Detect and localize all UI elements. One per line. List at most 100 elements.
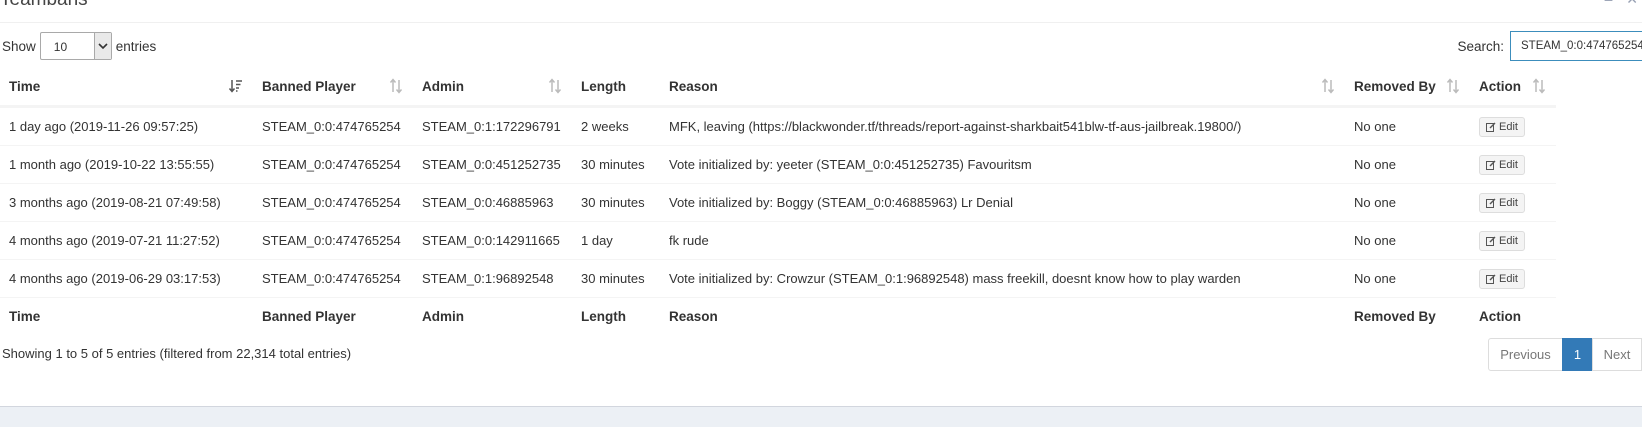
chevron-down-icon[interactable] [93,33,111,59]
previous-button[interactable]: Previous [1488,338,1563,371]
entries-label: entries [115,38,157,54]
footer-admin: Admin [413,297,572,335]
column-header-label: Length [581,79,626,94]
cell-length: 1 day [572,221,660,260]
cell-removed-by: No one [1345,183,1470,222]
edit-button[interactable]: Edit [1479,230,1525,251]
cell-action: Edit [1470,259,1556,298]
table-row: 1 month ago (2019-10-22 13:55:55) STEAM_… [0,145,1556,184]
search-filter: Search: [1457,31,1642,61]
cell-admin: STEAM_0:1:172296791 [413,106,572,146]
cell-length: 2 weeks [572,106,660,146]
cell-time: 3 months ago (2019-08-21 07:49:58) [0,183,253,222]
sort-both-icon [1532,78,1546,94]
sort-both-icon [548,78,562,94]
table-footer-row: Time Banned Player Admin Length Reason R… [0,297,1556,335]
entries-select[interactable]: 10 [39,32,112,60]
cell-action: Edit [1470,106,1556,146]
cell-banned-player: STEAM_0:0:474765254 [253,106,413,146]
footer-length: Length [572,297,660,335]
cell-banned-player: STEAM_0:0:474765254 [253,259,413,298]
edit-button[interactable]: Edit [1479,116,1525,137]
edit-button-label: Edit [1499,196,1518,209]
box-header: Teambans – ✕ [0,0,1642,23]
table-row: 1 day ago (2019-11-26 09:57:25) STEAM_0:… [0,106,1556,146]
cell-time: 1 day ago (2019-11-26 09:57:25) [0,106,253,146]
cell-removed-by: No one [1345,259,1470,298]
cell-removed-by: No one [1345,106,1470,146]
sort-both-icon [1321,78,1335,94]
table-header-row: Time Banned Player Admin Length Reason R… [0,68,1556,108]
column-header-banned-player[interactable]: Banned Player [253,68,413,108]
sort-both-icon [1446,78,1460,94]
cell-admin: STEAM_0:0:451252735 [413,145,572,184]
edit-button-label: Edit [1499,272,1518,285]
close-icon[interactable]: ✕ [1626,0,1638,7]
sort-both-icon [389,78,403,94]
box-tools: – ✕ [1595,0,1638,8]
cell-length: 30 minutes [572,145,660,184]
cell-removed-by: No one [1345,145,1470,184]
cell-admin: STEAM_0:0:142911665 [413,221,572,260]
cell-reason: fk rude [660,221,1345,260]
edit-button[interactable]: Edit [1479,192,1525,213]
next-button[interactable]: Next [1592,338,1642,371]
entries-select-value: 10 [53,40,68,54]
column-header-label: Time [9,79,41,94]
cell-removed-by: No one [1345,221,1470,260]
cell-banned-player: STEAM_0:0:474765254 [253,221,413,260]
edit-icon [1486,236,1496,246]
edit-button[interactable]: Edit [1479,154,1525,175]
cell-banned-player: STEAM_0:0:474765254 [253,183,413,222]
cell-time: 1 month ago (2019-10-22 13:55:55) [0,145,253,184]
pagination: Previous 1 Next [1488,338,1642,371]
sort-desc-icon [229,80,242,93]
cell-action: Edit [1470,145,1556,184]
table-row: 3 months ago (2019-08-21 07:49:58) STEAM… [0,183,1556,222]
cell-time: 4 months ago (2019-07-21 11:27:52) [0,221,253,260]
column-header-action[interactable]: Action [1470,68,1556,108]
search-input[interactable] [1510,31,1642,61]
column-header-time[interactable]: Time [0,68,253,108]
column-header-reason[interactable]: Reason [660,68,1345,108]
length-control: Show 10 entries [2,32,156,60]
cell-reason: Vote initialized by: yeeter (STEAM_0:0:4… [660,145,1345,184]
edit-button[interactable]: Edit [1479,268,1525,289]
column-header-label: Banned Player [262,79,356,94]
cell-length: 30 minutes [572,183,660,222]
footer-action: Action [1470,297,1556,335]
edit-button-label: Edit [1499,120,1518,133]
teambans-box: Teambans – ✕ Show 10 entries Search: Tim… [0,0,1642,407]
cell-admin: STEAM_0:1:96892548 [413,259,572,298]
page-1-button[interactable]: 1 [1562,338,1593,371]
column-header-length: Length [572,68,660,108]
column-header-label: Admin [422,79,464,94]
footer-banned-player: Banned Player [253,297,413,335]
minimize-icon[interactable]: – [1605,0,1613,7]
search-label: Search: [1457,38,1504,54]
cell-action: Edit [1470,221,1556,260]
footer-time: Time [0,297,253,335]
cell-banned-player: STEAM_0:0:474765254 [253,145,413,184]
cell-reason: Vote initialized by: Boggy (STEAM_0:0:46… [660,183,1345,222]
column-header-admin[interactable]: Admin [413,68,572,108]
cell-time: 4 months ago (2019-06-29 03:17:53) [0,259,253,298]
footer-reason: Reason [660,297,1345,335]
cell-length: 30 minutes [572,259,660,298]
column-header-removed-by[interactable]: Removed By [1345,68,1470,108]
edit-icon [1486,160,1496,170]
cell-reason: MFK, leaving (https://blackwonder.tf/thr… [660,106,1345,146]
column-header-label: Action [1479,79,1521,94]
edit-button-label: Edit [1499,158,1518,171]
box-title: Teambans [0,0,88,10]
show-label: Show [2,38,36,54]
column-header-label: Reason [669,79,718,94]
cell-reason: Vote initialized by: Crowzur (STEAM_0:1:… [660,259,1345,298]
cell-admin: STEAM_0:0:46885963 [413,183,572,222]
edit-icon [1486,274,1496,284]
edit-icon [1486,122,1496,132]
teambans-table: Time Banned Player Admin Length Reason R… [0,68,1556,335]
table-row: 4 months ago (2019-07-21 11:27:52) STEAM… [0,221,1556,260]
edit-icon [1486,198,1496,208]
edit-button-label: Edit [1499,234,1518,247]
